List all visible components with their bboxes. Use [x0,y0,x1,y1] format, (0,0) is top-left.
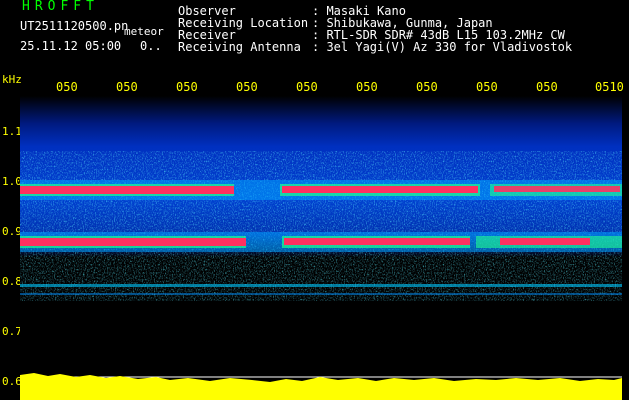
time-tick: 050 [356,80,378,94]
meteor-label: meteor [124,25,164,38]
freq-tick: 0.9 [2,225,22,238]
antenna-value: : 3el Yagi(V) Az 330 for Vladivostok [312,40,573,54]
meteor-count: 0.. [140,39,162,53]
time-tick: 050 [236,80,258,94]
time-tick: 050 [416,80,438,94]
time-tick: 050 [116,80,138,94]
time-tick: 050 [476,80,498,94]
freq-tick: 0.8 [2,275,22,288]
time-tick: 050 [536,80,558,94]
app-logo: HROFFT [22,0,99,14]
trace-078 [20,284,622,287]
antenna-label: Receiving Antenna [178,40,301,54]
signal-band-lower [20,232,622,252]
time-tick: 050 [296,80,318,94]
spectrogram [20,96,622,400]
freq-tick: 0.7 [2,325,22,338]
time-tick: 050 [176,80,198,94]
freq-tick: 0.6 [2,375,22,388]
axis-unit-label: kHz [2,73,22,86]
observation-datetime: 25.11.12 05:00 [20,39,122,53]
noise-speckle [20,151,622,301]
freq-tick: 1.0 [2,175,22,188]
signal-band-upper [20,180,622,200]
file-name: UT2511120500.pn [20,19,129,33]
time-tick: 050 [56,80,78,94]
time-tick: 0510 [595,80,624,94]
freq-tick: 1.1 [2,125,22,138]
trace-077 [20,293,622,295]
